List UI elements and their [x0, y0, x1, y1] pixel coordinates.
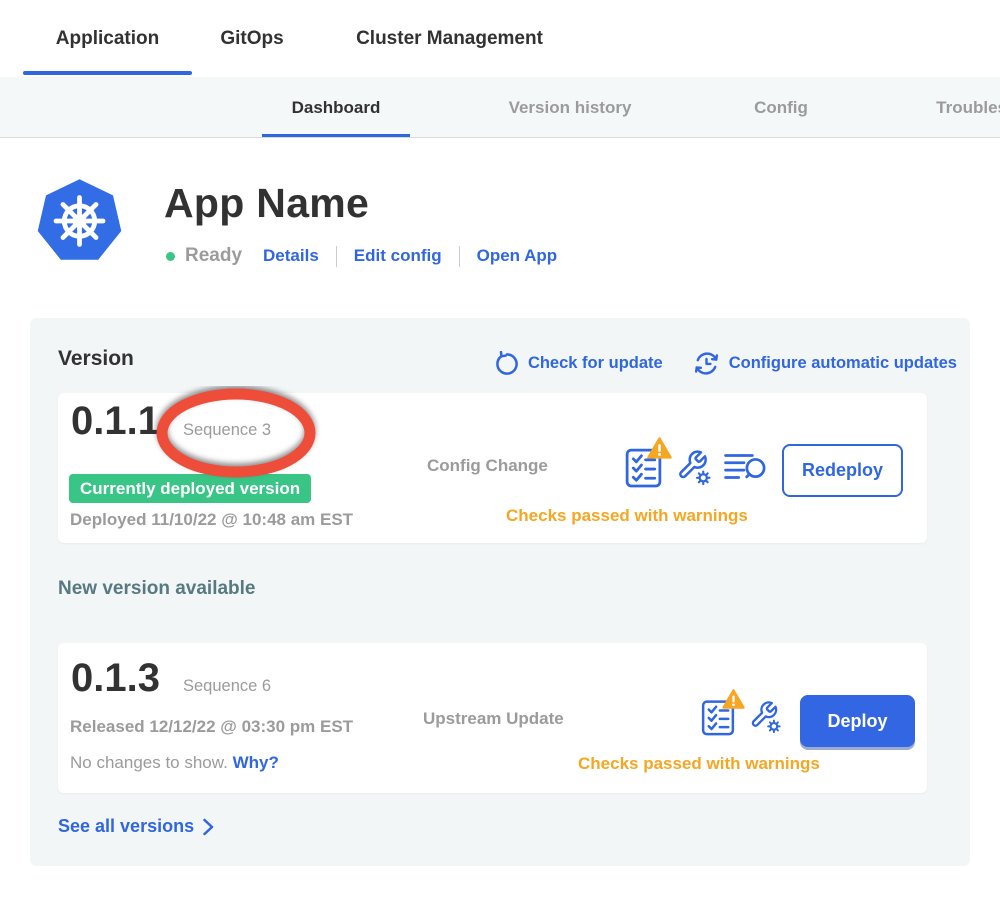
why-link[interactable]: Why?	[233, 753, 279, 772]
version-check-icons	[625, 445, 766, 488]
tab-troubleshoot[interactable]: Troubleshoot	[900, 77, 1000, 138]
currently-deployed-badge: Currently deployed version	[69, 474, 311, 503]
page-title: App Name	[164, 180, 369, 227]
see-all-versions-link[interactable]: See all versions	[58, 816, 214, 837]
top-nav: Application GitOps Cluster Management	[0, 0, 1000, 77]
version-panel: Version Check for update	[30, 318, 970, 866]
topnav-item-application[interactable]: Application	[23, 0, 192, 77]
no-changes-text: No changes to show. Why?	[70, 753, 279, 773]
refresh-icon	[493, 351, 519, 377]
version-heading: Version	[58, 347, 134, 371]
no-changes-label: No changes to show.	[70, 753, 228, 772]
status-text: Ready	[185, 245, 242, 267]
configure-automatic-updates-label: Configure automatic updates	[729, 354, 957, 373]
change-type-label: Upstream Update	[423, 709, 564, 729]
view-files-search-icon[interactable]	[724, 451, 766, 483]
chevron-right-icon	[203, 818, 214, 836]
new-version-number: 0.1.3	[71, 656, 160, 701]
divider	[336, 246, 337, 267]
new-version-heading: New version available	[58, 578, 256, 600]
update-actions: Check for update Configure automatic upd…	[493, 350, 957, 377]
topnav-item-gitops[interactable]: GitOps	[190, 0, 314, 77]
app-tab-bar: Dashboard Version history Config Trouble…	[0, 77, 1000, 138]
tab-config[interactable]: Config	[728, 77, 834, 138]
check-for-update-label: Check for update	[528, 354, 663, 373]
released-timestamp: Released 12/12/22 @ 03:30 pm EST	[70, 717, 353, 737]
deployed-timestamp: Deployed 11/10/22 @ 10:48 am EST	[70, 510, 353, 530]
open-app-link[interactable]: Open App	[477, 246, 558, 266]
details-link[interactable]: Details	[263, 246, 319, 266]
redeploy-button[interactable]: Redeploy	[782, 444, 903, 497]
admin-console-page: Application GitOps Cluster Management Da…	[0, 0, 1000, 898]
config-wrench-icon[interactable]	[748, 698, 781, 735]
config-wrench-icon[interactable]	[675, 447, 711, 487]
schedule-update-icon	[693, 350, 720, 377]
version-check-icons	[701, 697, 781, 736]
warning-triangle-icon	[647, 437, 672, 464]
configure-automatic-updates-link[interactable]: Configure automatic updates	[693, 350, 957, 377]
change-type-label: Config Change	[427, 456, 548, 476]
checks-status-current: Checks passed with warnings	[506, 506, 748, 526]
preflight-checks-icon[interactable]	[701, 697, 735, 736]
topnav-item-cluster-management[interactable]: Cluster Management	[316, 0, 583, 77]
edit-config-link[interactable]: Edit config	[354, 246, 442, 266]
deploy-button[interactable]: Deploy	[800, 695, 915, 747]
checks-status-new: Checks passed with warnings	[578, 754, 820, 774]
tab-version-history[interactable]: Version history	[474, 77, 666, 138]
divider	[459, 246, 460, 267]
see-all-versions-label: See all versions	[58, 816, 194, 837]
warning-triangle-icon	[722, 689, 745, 714]
current-version-sequence: Sequence 3	[183, 421, 271, 440]
preflight-checks-icon[interactable]	[625, 445, 662, 488]
new-version-card: 0.1.3 Sequence 6 Released 12/12/22 @ 03:…	[58, 643, 927, 793]
new-version-sequence: Sequence 6	[183, 677, 271, 696]
app-status-row: Ready Details Edit config Open App	[166, 243, 557, 269]
status-dot-icon	[166, 252, 175, 261]
current-version-card: 0.1.1 Sequence 3 Currently deployed vers…	[58, 393, 927, 543]
tab-dashboard[interactable]: Dashboard	[262, 77, 410, 138]
current-version-number: 0.1.1	[71, 399, 160, 444]
kubernetes-logo-icon	[36, 177, 123, 265]
check-for-update-link[interactable]: Check for update	[493, 351, 663, 377]
